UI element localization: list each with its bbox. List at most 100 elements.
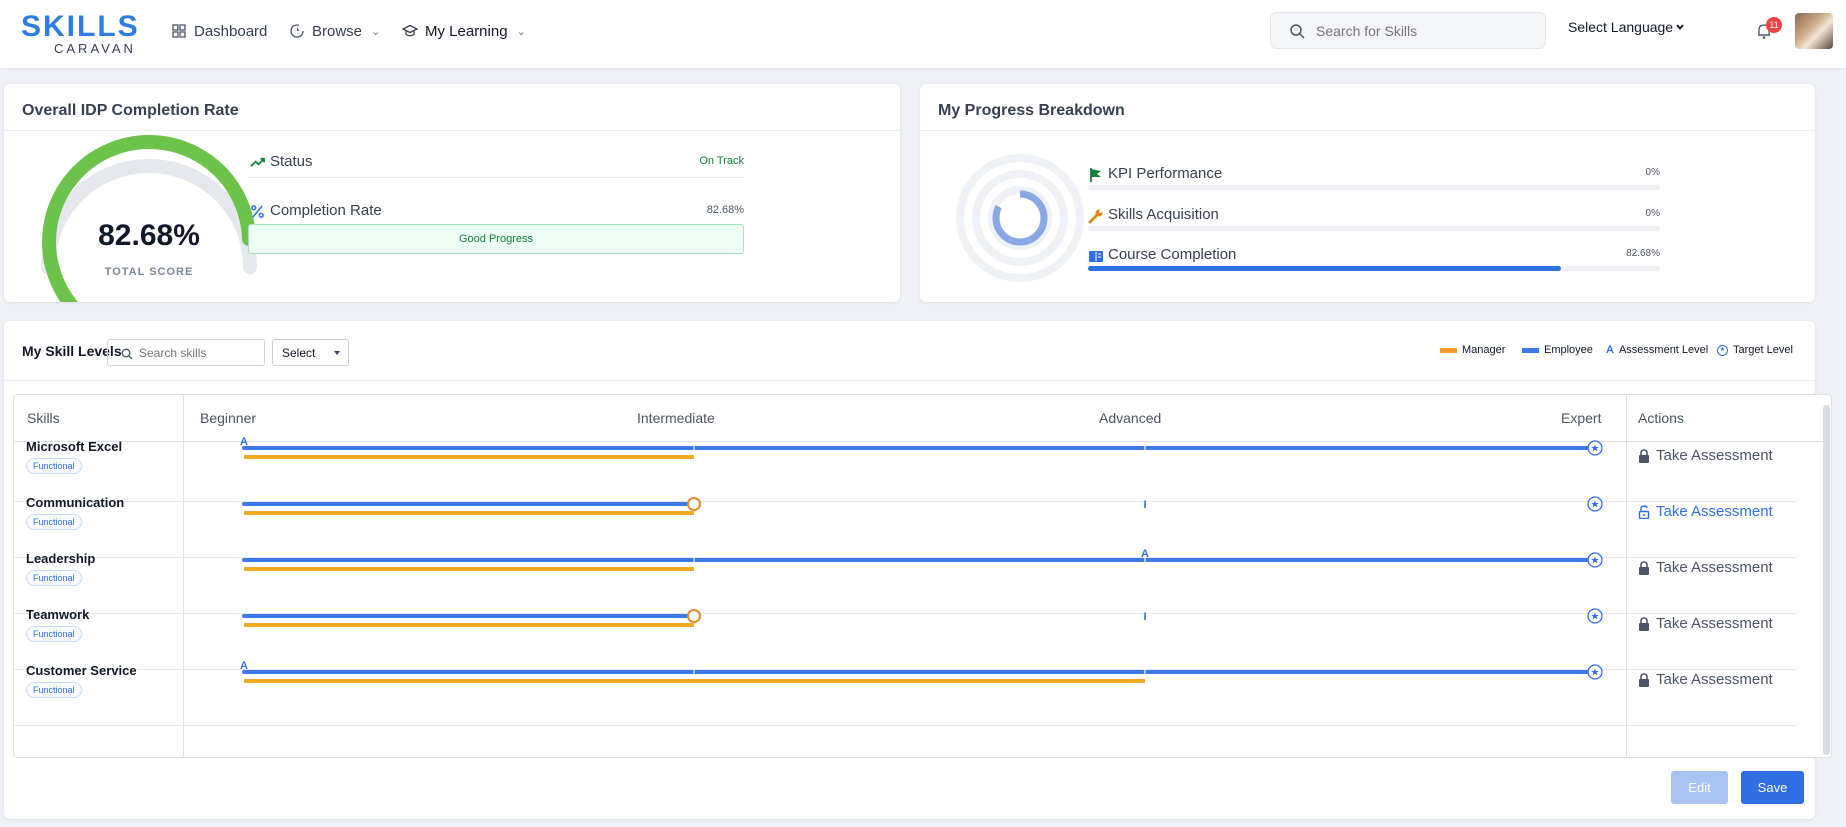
target-star-icon: ★ <box>1591 668 1600 679</box>
book-icon <box>1089 251 1103 262</box>
course-ring <box>992 190 1048 246</box>
breakdown-value: 82.68% <box>1626 248 1660 259</box>
course-completion-row: Course Completion 82.68% <box>1088 242 1660 272</box>
lock-icon <box>1639 560 1649 575</box>
employee-level-handle <box>687 609 701 623</box>
course-ring-track <box>988 186 1052 250</box>
take-assessment-button[interactable]: Take Assessment <box>1638 503 1773 520</box>
skills-filter-select[interactable]: Select <box>272 339 349 366</box>
take-assessment-label: Take Assessment <box>1656 671 1773 688</box>
chevron-down-icon <box>1676 24 1684 30</box>
skill-search-input[interactable] <box>1316 21 1536 41</box>
legend-employee: Employee <box>1522 343 1593 357</box>
skill-levels-table: Skills Beginner Intermediate Advanced Ex… <box>13 394 1832 758</box>
skill-level-track: A★ <box>240 660 1603 683</box>
graduation-cap-icon <box>402 24 418 37</box>
employee-swatch <box>1522 347 1539 353</box>
column-header-advanced: Advanced <box>1099 410 1162 426</box>
completion-rate-value: 82.68% <box>706 204 744 216</box>
lock-icon <box>1639 672 1649 687</box>
logo-sub-text: CARAVAN <box>54 41 136 56</box>
total-score-label: TOTAL SCORE <box>104 266 194 278</box>
skill-type-badge: Functional <box>26 682 82 698</box>
employee-level-handle <box>687 497 701 511</box>
take-assessment-label: Take Assessment <box>1656 615 1773 632</box>
column-header-intermediate: Intermediate <box>637 410 715 426</box>
skills-acquisition-row: Skills Acquisition 0% <box>1088 202 1660 232</box>
idp-completion-card: Overall IDP Completion Rate 82.68% TOTAL… <box>4 84 900 302</box>
status-row: Status On Track <box>248 148 744 178</box>
take-assessment-button[interactable]: Take Assessment <box>1638 447 1773 464</box>
skill-search-box[interactable] <box>1270 12 1546 49</box>
nav-browse[interactable]: Browse ⌄ <box>289 20 380 42</box>
skill-name: Customer Service <box>26 663 137 678</box>
breakdown-label: KPI Performance <box>1108 165 1223 182</box>
edit-button[interactable]: Edit <box>1671 771 1728 804</box>
assessment-level-marker: A <box>240 660 248 672</box>
breakdown-label: Skills Acquisition <box>1108 206 1219 223</box>
unlock-icon <box>1638 504 1650 519</box>
skill-name: Communication <box>26 495 125 510</box>
target-star-icon: ★ <box>1717 344 1728 356</box>
assessment-level-marker: I <box>1143 499 1146 511</box>
legend-target-label: Target Level <box>1733 344 1793 356</box>
language-selector[interactable]: Select Language <box>1568 19 1685 35</box>
grid-icon <box>172 24 186 38</box>
completion-rate-label: Completion Rate <box>270 202 382 219</box>
language-label: Select Language <box>1568 19 1674 35</box>
progress-note: Good Progress <box>248 224 744 254</box>
divider <box>4 380 1815 381</box>
target-star-icon: ★ <box>1591 444 1600 455</box>
take-assessment-label: Take Assessment <box>1656 447 1773 464</box>
skill-type-badge: Functional <box>26 514 82 530</box>
breakdown-card-title: My Progress Breakdown <box>938 102 1125 119</box>
progress-fill <box>1088 266 1561 271</box>
skills-caravan-logo[interactable]: SKILLS CARAVAN <box>21 12 138 57</box>
save-button[interactable]: Save <box>1741 771 1804 804</box>
breakdown-value: 0% <box>1645 167 1660 178</box>
assessment-marker-icon: A <box>1606 344 1614 356</box>
breakdown-value: 0% <box>1645 208 1660 219</box>
skills-search-input[interactable] <box>139 345 259 361</box>
nav-dashboard[interactable]: Dashboard <box>171 20 267 42</box>
table-row: Customer Service Functional A ★ Take Asse… <box>14 660 1797 726</box>
skill-type-badge: Functional <box>26 570 82 586</box>
progress-track <box>1088 185 1660 190</box>
column-header-skills: Skills <box>27 410 60 426</box>
legend-manager-label: Manager <box>1462 344 1506 356</box>
chevron-down-icon: ⌄ <box>516 25 526 38</box>
assessment-level-marker: I <box>1143 611 1146 623</box>
column-header-expert: Expert <box>1561 410 1602 426</box>
column-header-beginner: Beginner <box>200 410 257 426</box>
legend-employee-label: Employee <box>1544 344 1593 356</box>
assessment-level-marker: A <box>1141 548 1149 560</box>
take-assessment-button[interactable]: Take Assessment <box>1638 615 1773 632</box>
progress-track <box>1088 226 1660 231</box>
progress-rings <box>956 154 1084 282</box>
take-assessment-label: Take Assessment <box>1656 503 1773 520</box>
search-icon <box>1290 24 1305 39</box>
skills-search-box[interactable] <box>107 339 265 366</box>
skill-type-badge: Functional <box>26 458 82 474</box>
skill-name: Teamwork <box>26 607 90 622</box>
notification-badge: 11 <box>1766 17 1782 33</box>
flag-icon <box>1090 168 1101 182</box>
nav-my-learning-label: My Learning <box>425 22 508 40</box>
percent-icon <box>251 205 264 218</box>
table-scrollbar[interactable] <box>1823 405 1830 755</box>
divider <box>920 130 1815 131</box>
legend-target: ★ Target Level <box>1717 343 1793 357</box>
take-assessment-button[interactable]: Take Assessment <box>1638 559 1773 576</box>
take-assessment-button[interactable]: Take Assessment <box>1638 671 1773 688</box>
completion-rate-row: Completion Rate 82.68% <box>248 197 744 227</box>
skill-name: Leadership <box>26 551 96 566</box>
skill-name: Microsoft Excel <box>26 439 123 454</box>
lock-icon <box>1639 448 1649 463</box>
user-avatar[interactable] <box>1795 13 1833 49</box>
lock-icon <box>1639 616 1649 631</box>
nav-my-learning[interactable]: My Learning ⌄ <box>402 20 526 42</box>
chevron-down-icon: ⌄ <box>371 25 381 38</box>
wrench-icon <box>1088 209 1103 224</box>
select-value: Select <box>282 346 316 360</box>
compass-icon <box>290 24 304 38</box>
